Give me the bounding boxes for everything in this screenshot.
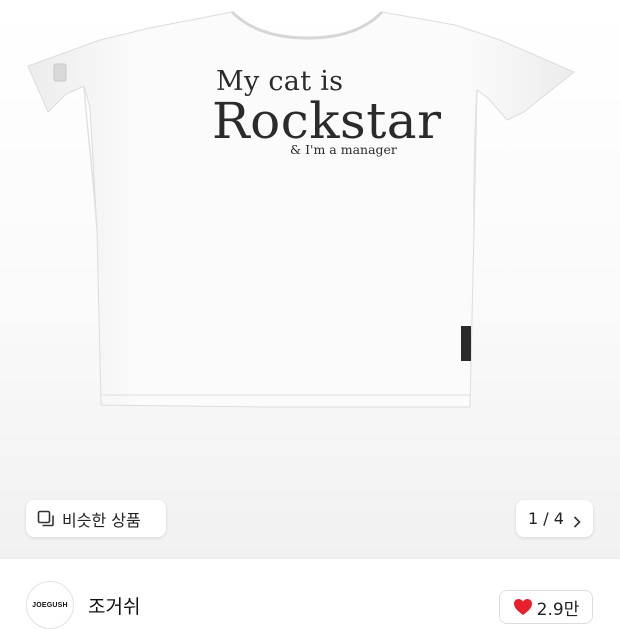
chevron-right-icon [573, 513, 581, 528]
similar-products-label: 비슷한 상품 [62, 510, 141, 530]
seller-logo-text: JOEGUSH [32, 601, 68, 609]
like-count: 2.9만 [536, 599, 580, 620]
heart-icon [513, 599, 532, 615]
like-button[interactable]: 2.9만 [499, 590, 593, 624]
product-image[interactable]: My cat is Rockstar & I'm a manager [0, 0, 620, 558]
seller-bar: JOEGUSH 조거쉬 2.9만 [0, 558, 620, 629]
image-page-indicator[interactable]: 1 / 4 [516, 500, 593, 537]
page-indicator-text: 1 / 4 [528, 509, 564, 528]
seller-name[interactable]: 조거쉬 [88, 592, 140, 619]
seller-avatar[interactable]: JOEGUSH [26, 581, 74, 629]
copy-icon [37, 510, 55, 528]
similar-products-button[interactable]: 비슷한 상품 [26, 500, 166, 537]
print-line-3: & I'm a manager [290, 142, 397, 157]
